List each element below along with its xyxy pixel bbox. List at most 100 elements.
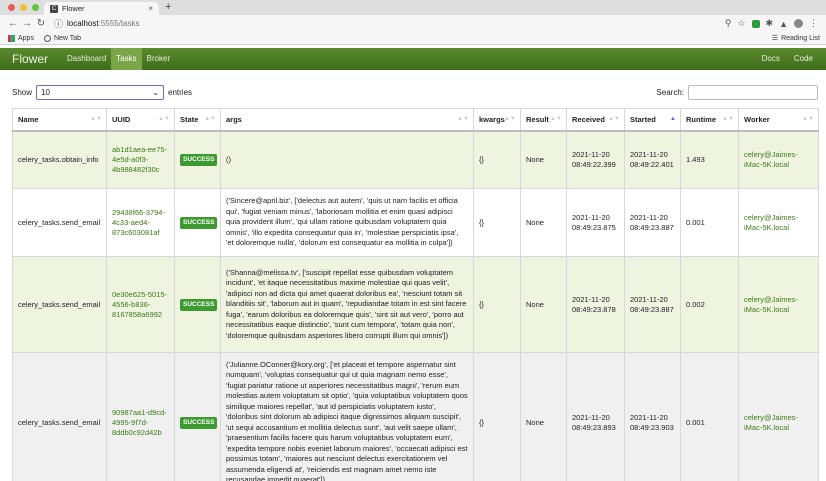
task-result: None [520, 188, 567, 257]
flower-favicon-icon: C [50, 4, 58, 13]
table-row: celery_tasks.send_email 29438f66-3794-4c… [12, 188, 819, 257]
profile-avatar-icon[interactable] [794, 19, 803, 28]
sort-icon: ▲▼ [90, 116, 102, 122]
nav-tasks[interactable]: Tasks [111, 48, 142, 70]
bookmark-star-icon[interactable]: ☆ [737, 18, 745, 29]
search-label: Search: [656, 87, 684, 97]
reading-list-icon: ☰ [771, 35, 779, 42]
task-uuid-link[interactable]: ab1d1aea-ee75-4e5d-a0f3-4b988482f30c [106, 130, 175, 189]
minimize-window-icon[interactable] [20, 4, 27, 11]
task-started: 2021-11-20 08:49:23.887 [624, 188, 681, 257]
column-header-received[interactable]: Received ▲▼ [566, 108, 625, 132]
task-uuid-link[interactable]: 0e30e625-5015-4556-b836-8167858a6992 [106, 256, 175, 353]
sort-icon: ▲▼ [802, 116, 814, 122]
column-header-uuid[interactable]: UUID ▲▼ [106, 108, 175, 132]
task-runtime: 0.001 [680, 188, 739, 257]
bookmark-apps[interactable]: Apps [8, 34, 34, 42]
task-runtime: 0.001 [680, 352, 739, 481]
task-kwargs: {} [473, 352, 521, 481]
extension-icon[interactable] [751, 19, 760, 28]
sort-icon: ▲▼ [550, 116, 562, 122]
window-controls [8, 4, 39, 11]
task-name: celery_tasks.obtain_info [12, 130, 107, 189]
column-header-started[interactable]: Started ▲ [624, 108, 681, 132]
status-badge: SUCCESS [180, 416, 218, 429]
sort-icon: ▲▼ [204, 116, 216, 122]
task-kwargs: {} [473, 256, 521, 353]
address-bar[interactable]: ⓘ localhost:5555/tasks [54, 18, 654, 30]
entries-label: entries [168, 87, 193, 97]
nav-docs[interactable]: Docs [757, 48, 785, 70]
table-row: celery_tasks.obtain_info ab1d1aea-ee75-4… [12, 130, 819, 189]
column-header-result[interactable]: Result ▲▼ [520, 108, 567, 132]
tab-title: Flower [62, 4, 85, 13]
table-row: celery_tasks.send_email 90987aa1-d9cd-49… [12, 352, 819, 481]
tab-close-icon[interactable]: × [148, 4, 153, 13]
table-header-row: Name ▲▼ UUID ▲▼ State ▲▼ args ▲▼ kwargs ▲▼ Re… [12, 108, 819, 132]
task-runtime: 0.002 [680, 256, 739, 353]
task-result: None [520, 352, 567, 481]
task-started: 2021-11-20 08:49:22.401 [624, 130, 681, 189]
task-runtime: 1.493 [680, 130, 739, 189]
task-worker-link[interactable]: celery@Jaimes-iMac-5K.local [738, 130, 819, 189]
status-badge: SUCCESS [180, 298, 218, 311]
close-window-icon[interactable] [8, 4, 15, 11]
back-icon[interactable]: ← [6, 18, 20, 29]
status-badge: SUCCESS [180, 153, 218, 166]
forward-icon[interactable]: → [20, 18, 34, 29]
task-args: ('Shanna@melissa.tv', ['suscipit repella… [220, 256, 474, 353]
table-controls: Show 10 ⌄ entries Search: [12, 84, 818, 100]
task-worker-link[interactable]: celery@Jaimes-iMac-5K.local [738, 188, 819, 257]
nav-dashboard[interactable]: Dashboard [62, 48, 111, 70]
toolbar-actions: ⚲ ☆ ✱ ▲ ⋮ [725, 18, 826, 29]
task-name: celery_tasks.send_email [12, 188, 107, 257]
task-args: ('Julianne.OConner@kory.org', ['et place… [220, 352, 474, 481]
browser-tab[interactable]: C Flower × [44, 2, 159, 15]
sort-icon: ▲▼ [158, 116, 170, 122]
column-header-runtime[interactable]: Runtime ▲▼ [680, 108, 739, 132]
new-tab-icon[interactable]: + [165, 1, 171, 13]
column-header-worker[interactable]: Worker ▲▼ [738, 108, 819, 132]
browser-toolbar: ← → ↻ ⓘ localhost:5555/tasks ⚲ ☆ ✱ ▲ ⋮ [0, 15, 826, 32]
sort-icon: ▲▼ [504, 116, 516, 122]
sort-icon: ▲▼ [722, 116, 734, 122]
app-navbar: Flower Dashboard Tasks Broker Docs Code [0, 48, 826, 70]
task-received: 2021-11-20 08:49:23.878 [566, 256, 625, 353]
column-header-kwargs[interactable]: kwargs ▲▼ [473, 108, 521, 132]
column-header-state[interactable]: State ▲▼ [174, 108, 221, 132]
task-received: 2021-11-20 08:49:22.399 [566, 130, 625, 189]
column-header-args[interactable]: args ▲▼ [220, 108, 474, 132]
zoom-icon[interactable]: ⚲ [725, 18, 732, 29]
apps-grid-icon [8, 34, 15, 42]
reading-list[interactable]: ☰ Reading List [771, 34, 826, 43]
task-worker-link[interactable]: celery@Jaimes-iMac-5K.local [738, 352, 819, 481]
bookmark-new-tab[interactable]: New Tab [43, 34, 81, 42]
task-worker-link[interactable]: celery@Jaimes-iMac-5K.local [738, 256, 819, 353]
task-started: 2021-11-20 08:49:23.887 [624, 256, 681, 353]
column-header-name[interactable]: Name ▲▼ [12, 108, 107, 132]
task-uuid-link[interactable]: 29438f66-3794-4c33-aed4-873c603081af [106, 188, 175, 257]
table-row: celery_tasks.send_email 0e30e625-5015-45… [12, 256, 819, 353]
status-badge: SUCCESS [180, 216, 218, 229]
sort-icon: ▲▼ [608, 116, 620, 122]
puzzle-extensions-icon[interactable]: ✱ [766, 18, 774, 29]
browser-tabstrip: C Flower × + [0, 0, 826, 15]
search-input[interactable] [688, 84, 818, 100]
site-info-icon[interactable]: ⓘ [54, 17, 63, 30]
task-started: 2021-11-20 08:49:23.903 [624, 352, 681, 481]
globe-icon [43, 34, 51, 42]
nav-right: Docs Code [757, 48, 826, 70]
task-state: SUCCESS [174, 352, 221, 481]
lab-icon[interactable]: ▲ [779, 19, 788, 29]
nav-broker[interactable]: Broker [142, 48, 176, 70]
chevron-down-icon: ⌄ [152, 87, 160, 97]
task-uuid-link[interactable]: 90987aa1-d9cd-4995-9f7d-8ddb0c92d42b [106, 352, 175, 481]
brand-logo[interactable]: Flower [12, 52, 48, 66]
entries-select[interactable]: 10 ⌄ [36, 84, 165, 100]
nav-code[interactable]: Code [789, 48, 818, 70]
menu-kebab-icon[interactable]: ⋮ [809, 18, 818, 29]
maximize-window-icon[interactable] [32, 4, 39, 11]
task-received: 2021-11-20 08:49:23.893 [566, 352, 625, 481]
reload-icon[interactable]: ↻ [34, 18, 48, 29]
task-args: ('Sincere@april.biz', ['delectus aut aut… [220, 188, 474, 257]
